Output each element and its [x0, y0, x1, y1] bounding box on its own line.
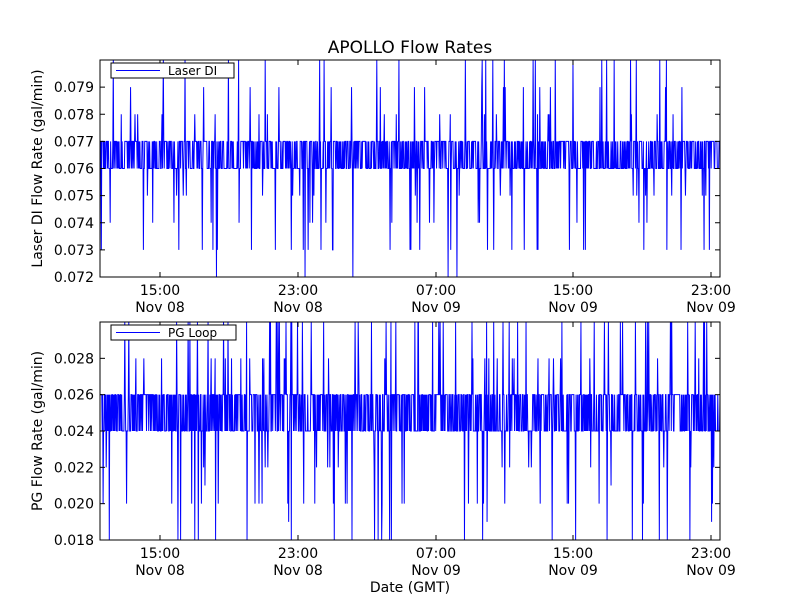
y-tick-label: 0.072	[54, 270, 94, 286]
legend: Laser DI	[110, 62, 235, 79]
x-tick-time-label: 23:00	[278, 283, 318, 299]
x-tick-time-label: 15:00	[140, 546, 180, 562]
y-tick-label: 0.073	[54, 243, 94, 259]
y-tick-label: 0.079	[54, 80, 94, 96]
y-tick-label: 0.028	[54, 351, 94, 367]
x-tick-date-label: Nov 09	[411, 300, 461, 316]
x-tick-date-label: Nov 09	[686, 300, 736, 316]
x-tick-time-label: 15:00	[553, 546, 593, 562]
x-tick-time-label: 23:00	[691, 546, 731, 562]
y-tick-label: 0.078	[54, 107, 94, 123]
y-tick-label: 0.020	[54, 497, 94, 513]
x-tick-date-label: Nov 09	[548, 563, 598, 579]
y-tick-label: 0.075	[54, 189, 94, 205]
x-tick-time-label: 07:00	[416, 283, 456, 299]
legend: PG Loop	[110, 324, 237, 341]
x-tick-date-label: Nov 08	[135, 300, 185, 316]
x-tick-time-label: 15:00	[553, 283, 593, 299]
y-axis-label: Laser DI Flow Rate (gal/min)	[30, 69, 46, 267]
y-tick-label: 0.018	[54, 533, 94, 549]
x-tick-time-label: 15:00	[140, 283, 180, 299]
y-tick-label: 0.076	[54, 162, 94, 178]
y-tick-label: 0.022	[54, 460, 94, 476]
legend-entry-label: Laser DI	[168, 64, 217, 78]
y-tick-label: 0.077	[54, 134, 94, 150]
y-axis-label: PG Flow Rate (gal/min)	[30, 351, 46, 511]
x-tick-date-label: Nov 09	[548, 300, 598, 316]
chart-title: APOLLO Flow Rates	[328, 38, 493, 58]
y-tick-label: 0.026	[54, 388, 94, 404]
figure-background	[0, 0, 800, 600]
y-tick-label: 0.074	[54, 216, 94, 232]
y-tick-label: 0.024	[54, 424, 94, 440]
legend-entry-label: PG Loop	[168, 326, 217, 340]
x-tick-date-label: Nov 09	[686, 563, 736, 579]
x-tick-time-label: 23:00	[691, 283, 731, 299]
x-tick-date-label: Nov 09	[411, 563, 461, 579]
figure: APOLLO Flow Rates 0.072 0.073 0.074 0.075 0.…	[0, 0, 800, 600]
x-tick-time-label: 23:00	[278, 546, 318, 562]
x-tick-date-label: Nov 08	[273, 563, 323, 579]
x-tick-date-label: Nov 08	[135, 563, 185, 579]
x-tick-date-label: Nov 08	[273, 300, 323, 316]
x-tick-time-label: 07:00	[416, 546, 456, 562]
x-axis-label: Date (GMT)	[370, 580, 450, 596]
